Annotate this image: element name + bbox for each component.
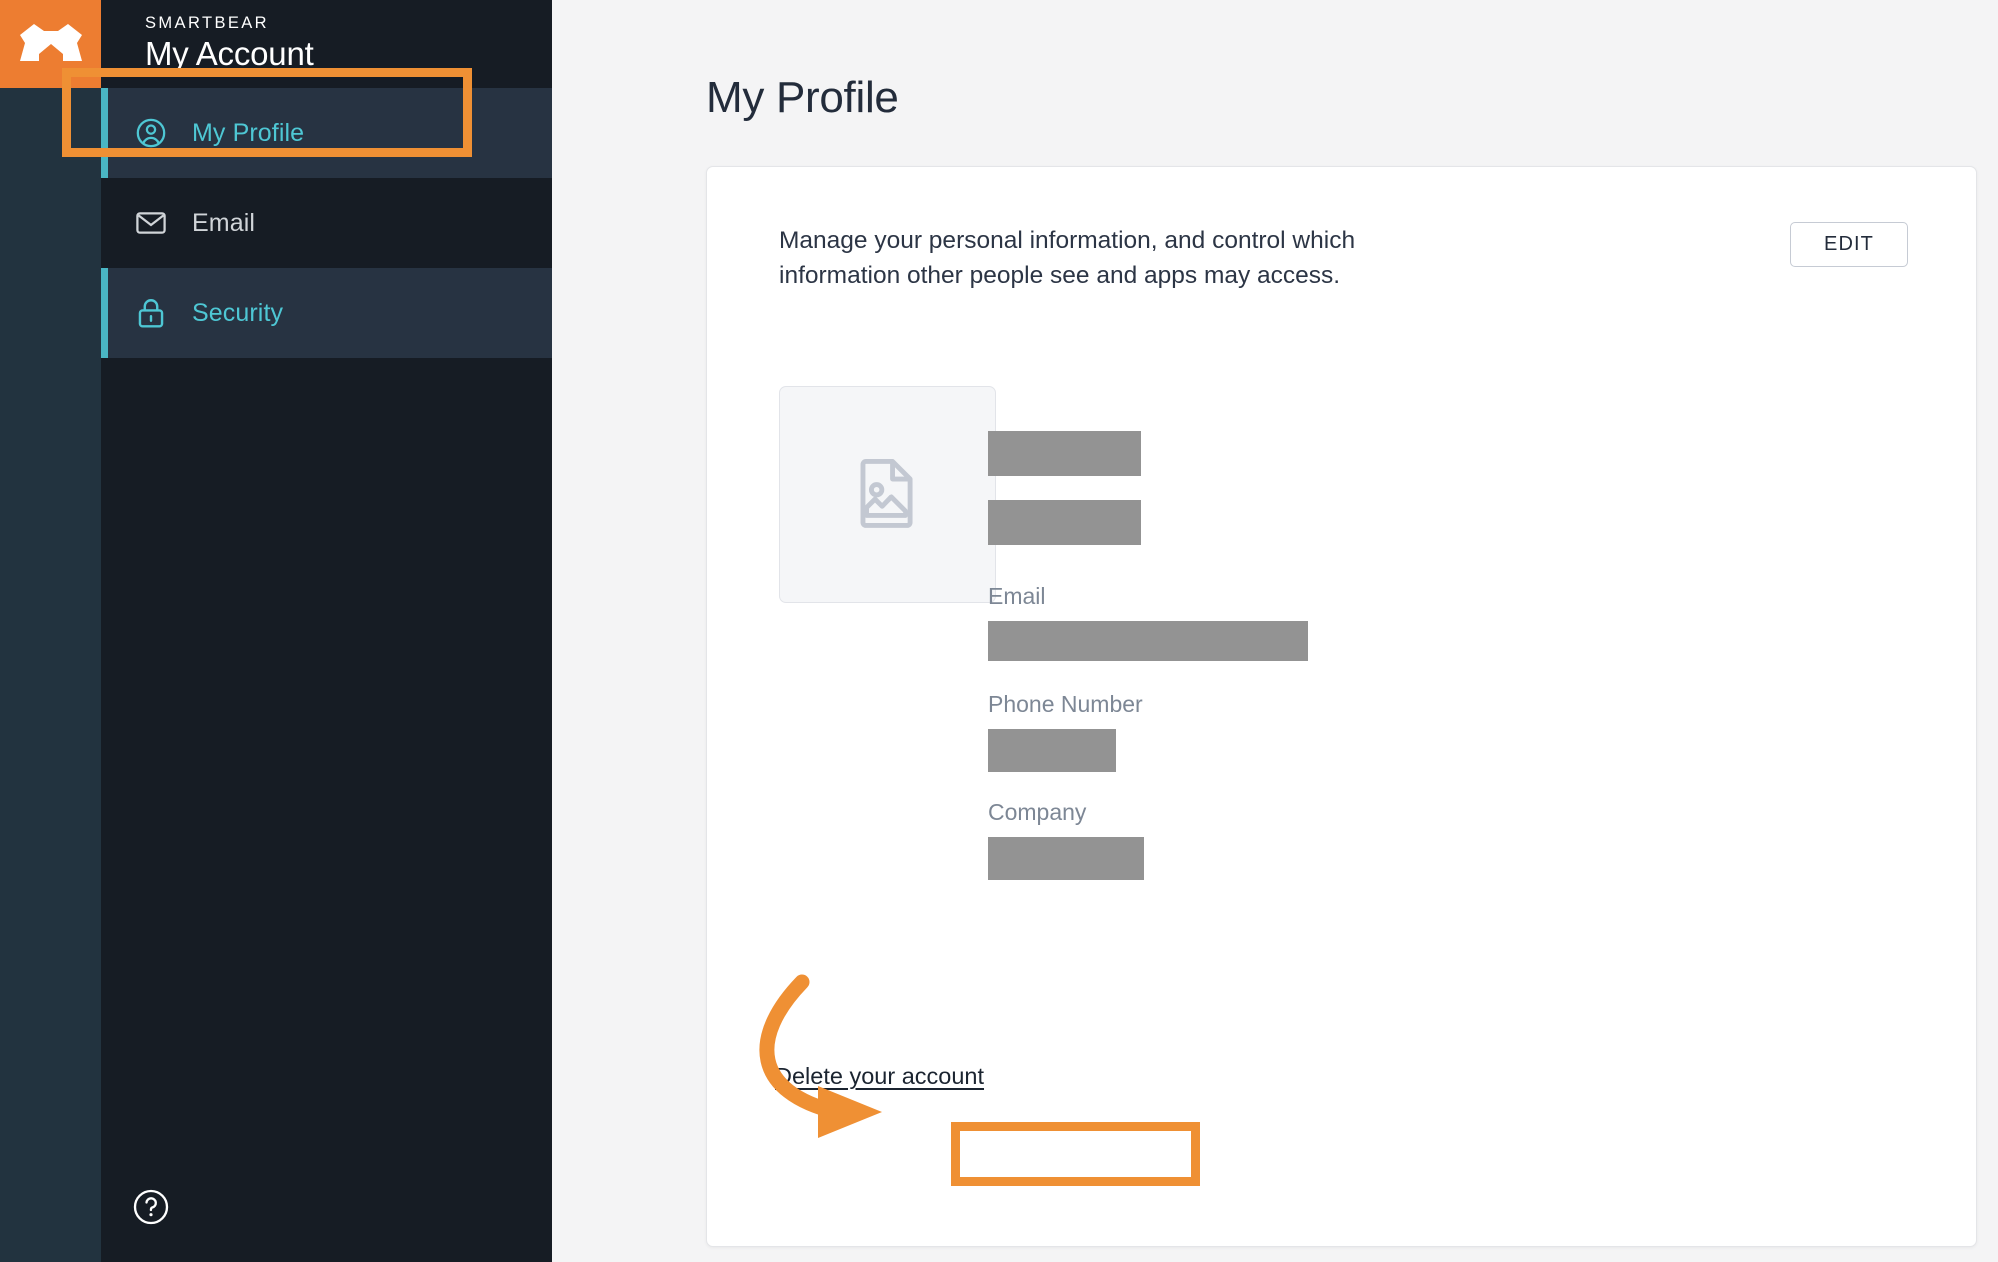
sidebar-item-security[interactable]: Security [101,268,552,358]
profile-card: Manage your personal information, and co… [706,166,1977,1247]
sidebar-item-email[interactable]: Email [101,178,552,268]
question-mark-circle-icon [131,1214,171,1231]
card-description: Manage your personal information, and co… [779,224,1439,294]
left-edge-strip [0,0,101,1262]
field-label: Email [988,583,1308,611]
sidebar: SMARTBEAR My Account My Profile [101,0,552,1262]
sidebar-nav: My Profile Email [101,88,552,358]
field-company: Company [988,799,1144,880]
user-circle-icon [132,114,170,152]
edit-button[interactable]: EDIT [1790,222,1908,267]
delete-account-link[interactable]: Delete your account [775,1063,984,1090]
field-label: Company [988,799,1144,827]
envelope-icon [132,204,170,242]
app-root: SMARTBEAR My Account My Profile [0,0,1998,1262]
help-button[interactable] [131,1187,171,1227]
page-title: My Profile [706,73,899,123]
smartbear-logo-tile[interactable] [0,0,101,88]
redacted-first-name [988,431,1141,476]
smartbear-bear-logo-icon [18,21,84,67]
sidebar-item-my-profile[interactable]: My Profile [101,88,552,178]
field-phone-number: Phone Number [988,691,1143,772]
redacted-last-name [988,500,1141,545]
sidebar-item-label: Email [192,209,255,238]
field-email: Email [988,583,1308,661]
redacted-email-value [988,621,1308,661]
redacted-company-value [988,837,1144,880]
brand-title: My Account [145,34,552,74]
image-file-placeholder-icon [849,453,927,536]
lock-icon [132,294,170,332]
sidebar-header: SMARTBEAR My Account [101,0,552,88]
sidebar-item-label: My Profile [192,119,304,148]
brand-eyebrow: SMARTBEAR [145,14,552,33]
main-content: My Profile Manage your personal informat… [552,0,1998,1262]
sidebar-item-label: Security [192,299,283,328]
redacted-phone-value [988,729,1116,772]
field-label: Phone Number [988,691,1143,719]
avatar-placeholder[interactable] [779,386,996,603]
